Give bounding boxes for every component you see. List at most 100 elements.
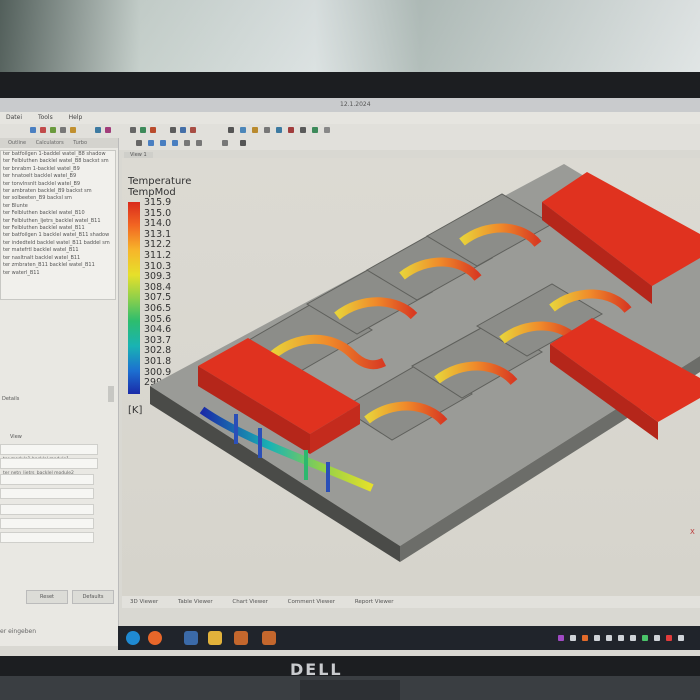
toolbar-tool-icon[interactable]: [150, 127, 156, 133]
toolbar-tool-icon[interactable]: [40, 127, 46, 133]
tab-chart-viewer[interactable]: Chart Viewer: [232, 599, 268, 605]
toolbar-tool-icon[interactable]: [276, 127, 282, 133]
monitor-screen: 12.1.2024 Datei Tools Help Outline Calcu…: [0, 98, 700, 656]
tree-item[interactable]: ter tonvlnsnlt backlel watel_B9: [3, 181, 115, 188]
toolbar-tool-icon[interactable]: [264, 127, 270, 133]
menu-bar: Datei Tools Help: [0, 112, 700, 124]
tray-icon[interactable]: [558, 635, 564, 641]
prop-field[interactable]: [0, 518, 94, 529]
tab-outline[interactable]: Outline: [8, 140, 26, 146]
tree-item[interactable]: ter zmbraten_B11 backlel watel_B11: [3, 262, 115, 269]
toolbar-tool-icon[interactable]: [60, 127, 66, 133]
tree-item[interactable]: ter Felbluthen backlel watel_B8 backst s…: [3, 158, 115, 165]
tree-item[interactable]: ter batfoilgen 1-baddel watel_B8 shadow: [3, 151, 115, 158]
toolbar-tool-icon[interactable]: [148, 140, 154, 146]
prop-field[interactable]: [0, 504, 94, 515]
tree-item[interactable]: ter Felbluthen_ljetrs_backlel watel_B11: [3, 218, 115, 225]
thermal-model-render: [150, 164, 700, 562]
tray-icon[interactable]: [582, 635, 588, 641]
tree-item[interactable]: ter ambraten backlel_B9 backst sm: [3, 188, 115, 195]
toolbar-tool-icon[interactable]: [288, 127, 294, 133]
tab-calculators[interactable]: Calculators: [36, 140, 64, 146]
prop-field[interactable]: [0, 474, 94, 485]
toolbar-tool-icon[interactable]: [190, 127, 196, 133]
axis-triad-label: X: [690, 528, 695, 536]
toolbar-tool-icon[interactable]: [240, 127, 246, 133]
tray-icon[interactable]: [666, 635, 672, 641]
connector-pin: [326, 462, 330, 492]
toolbar-tool-icon[interactable]: [240, 140, 246, 146]
connector-pin: [304, 450, 308, 480]
folder-icon[interactable]: [208, 631, 222, 645]
window-title: 12.1.2024: [340, 101, 371, 108]
prop-field[interactable]: [0, 532, 94, 543]
tree-item[interactable]: ter waterl_B11: [3, 270, 115, 277]
tree-item[interactable]: ter nasltnalt backlel watel_B11: [3, 255, 115, 262]
menu-item-file[interactable]: Datei: [6, 114, 22, 121]
tree-item[interactable]: ter solbeeten_B9 backsl sm: [3, 195, 115, 202]
edge-browser-icon[interactable]: [126, 631, 140, 645]
tree-item[interactable]: ter bnrabm 1-backlel watel_B9: [3, 166, 115, 173]
prop-dropdown[interactable]: ter netn_ljetrs_backlel module2: [0, 458, 98, 476]
toolbar-tool-icon[interactable]: [184, 140, 190, 146]
tray-icon[interactable]: [570, 635, 576, 641]
tree-item[interactable]: ter indedteld backlel watel_B11 baddel s…: [3, 240, 115, 247]
tray-icon[interactable]: [630, 635, 636, 641]
toolbar-tool-icon[interactable]: [30, 127, 36, 133]
tree-item[interactable]: ter Blunte: [3, 203, 115, 210]
tray-icon[interactable]: [642, 635, 648, 641]
menu-item-tools[interactable]: Tools: [38, 114, 53, 121]
toolbar-tool-icon[interactable]: [180, 127, 186, 133]
toolbar-tool-icon[interactable]: [105, 127, 111, 133]
toolbar-tool-icon[interactable]: [324, 127, 330, 133]
status-bar-text: er eingeben: [0, 628, 37, 635]
tab-turbo[interactable]: Turbo: [73, 140, 87, 146]
defaults-button[interactable]: Defaults: [72, 590, 114, 604]
toolbar-tool-icon[interactable]: [252, 127, 258, 133]
toolbar-tool-icon[interactable]: [196, 140, 202, 146]
tree-item[interactable]: ter Felbluthen backlel watel_B10: [3, 210, 115, 217]
toolbar-tool-icon[interactable]: [172, 140, 178, 146]
tree-item[interactable]: ter batfoilgen 1 backlel watel_B11 shado…: [3, 232, 115, 239]
tab-comment-viewer[interactable]: Comment Viewer: [288, 599, 335, 605]
tree-item[interactable]: ter matefrtl backlel watel_B11: [3, 247, 115, 254]
tray-icon[interactable]: [678, 635, 684, 641]
reset-button[interactable]: Reset: [26, 590, 68, 604]
tree-item[interactable]: ter hnatoelt backlel watel_B9: [3, 173, 115, 180]
tray-icon[interactable]: [594, 635, 600, 641]
toolbar-tool-icon[interactable]: [300, 127, 306, 133]
toolbar-tool-icon[interactable]: [130, 127, 136, 133]
app-icon[interactable]: [262, 631, 276, 645]
connector-pin: [258, 428, 262, 458]
os-taskbar: [118, 626, 700, 650]
app-icon[interactable]: [234, 631, 248, 645]
toolbar-tool-icon[interactable]: [312, 127, 318, 133]
tab-table-viewer[interactable]: Table Viewer: [178, 599, 213, 605]
tray-icon[interactable]: [654, 635, 660, 641]
tray-icon[interactable]: [618, 635, 624, 641]
firefox-icon[interactable]: [148, 631, 162, 645]
prop-dropdown[interactable]: ter module1 backlel module1: [0, 444, 98, 462]
toolbar-tool-icon[interactable]: [70, 127, 76, 133]
photos-icon[interactable]: [184, 631, 198, 645]
toolbar-tool-icon[interactable]: [50, 127, 56, 133]
toolbar-tool-icon[interactable]: [170, 127, 176, 133]
tab-3d-viewer[interactable]: 3D Viewer: [130, 599, 158, 605]
toolbar-tool-icon[interactable]: [160, 140, 166, 146]
connector-pin: [234, 414, 238, 444]
toolbar-tool-icon[interactable]: [136, 140, 142, 146]
viewer-tabs: 3D Viewer Table Viewer Chart Viewer Comm…: [122, 596, 700, 608]
tree-item[interactable]: ter Felbluthen backlel watel_B11: [3, 225, 115, 232]
prop-field[interactable]: [0, 488, 94, 499]
panel-tabs: Outline Calculators Turbo: [0, 138, 118, 148]
background-window: [0, 0, 700, 72]
toolbar-tool-icon[interactable]: [95, 127, 101, 133]
3d-viewport[interactable]: Temperature TempMod 315.9 315.0 314.0 31…: [122, 158, 700, 596]
toolbar-tool-icon[interactable]: [222, 140, 228, 146]
panel-scrollbar[interactable]: [108, 386, 114, 402]
menu-item-help[interactable]: Help: [69, 114, 83, 121]
toolbar-tool-icon[interactable]: [140, 127, 146, 133]
tab-report-viewer[interactable]: Report Viewer: [355, 599, 394, 605]
toolbar-tool-icon[interactable]: [228, 127, 234, 133]
tray-icon[interactable]: [606, 635, 612, 641]
